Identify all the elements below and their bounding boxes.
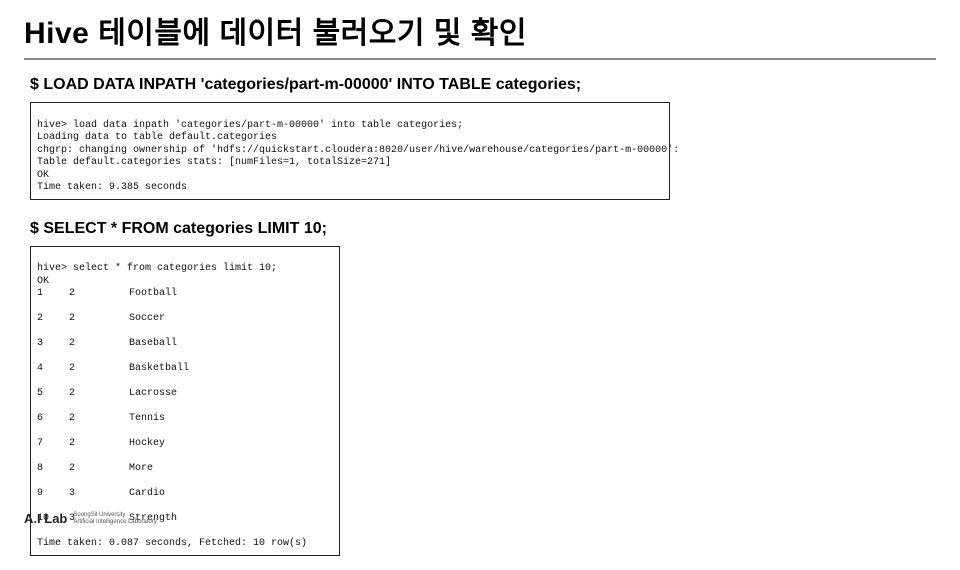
terminal-line: chgrp: changing ownership of 'hdfs://qui… (37, 145, 679, 156)
command-select: $ SELECT * FROM categories LIMIT 10; (30, 220, 936, 238)
table-row: 22Soccer (37, 313, 333, 326)
terminal-line: OK (37, 276, 49, 287)
terminal-line: hive> load data inpath 'categories/part-… (37, 120, 463, 131)
table-row: 12Football (37, 288, 333, 301)
footer-logo: A.I Lab (24, 511, 67, 526)
title-divider (24, 58, 936, 60)
table-row: 42Basketball (37, 363, 333, 376)
table-row: 32Baseball (37, 338, 333, 351)
terminal-line: hive> select * from categories limit 10; (37, 263, 277, 274)
table-row: 93Cardio (37, 488, 333, 501)
table-row: 82More (37, 463, 333, 476)
table-row: 52Lacrosse (37, 388, 333, 401)
slide-title: Hive 테이블에 데이터 불러오기 및 확인 (24, 8, 936, 58)
footer: A.I Lab SoongSil University Artificial I… (24, 511, 157, 526)
terminal-line: Table default.categories stats: [numFile… (37, 157, 391, 168)
footer-subtitle: SoongSil University Artificial Intellige… (73, 512, 156, 525)
terminal-output-load: hive> load data inpath 'categories/part-… (30, 102, 670, 200)
terminal-line: OK (37, 170, 49, 181)
terminal-output-select: hive> select * from categories limit 10;… (30, 246, 340, 556)
table-row: 62Tennis (37, 413, 333, 426)
table-row: 72Hockey (37, 438, 333, 451)
command-load: $ LOAD DATA INPATH 'categories/part-m-00… (30, 76, 936, 94)
terminal-line: Time taken: 9.385 seconds (37, 182, 187, 193)
terminal-line: Loading data to table default.categories (37, 132, 277, 143)
